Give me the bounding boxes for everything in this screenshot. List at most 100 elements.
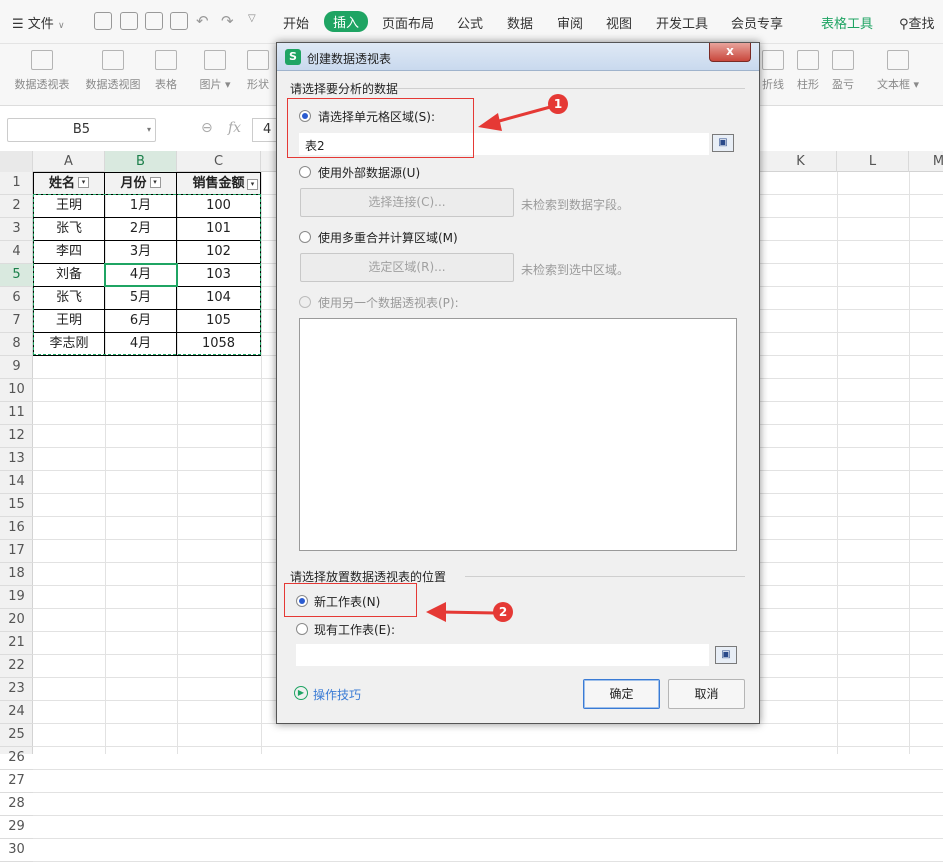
shape-button[interactable]: 形状 <box>242 50 274 92</box>
tab-review[interactable]: 审阅 <box>557 13 583 32</box>
row-header-28[interactable]: 28 <box>0 793 33 816</box>
row-header-8[interactable]: 8 <box>0 333 33 356</box>
row-header-14[interactable]: 14 <box>0 471 33 494</box>
table-cell-month[interactable]: 3月 <box>105 241 177 264</box>
search-button[interactable]: ⚲查找 <box>899 13 935 32</box>
row-header-4[interactable]: 4 <box>0 241 33 264</box>
picture-button[interactable]: 图片 ▾ <box>198 50 232 92</box>
row-header-7[interactable]: 7 <box>0 310 33 333</box>
textbox-button[interactable]: 文本框 ▾ <box>876 50 920 92</box>
redo-icon[interactable]: ↷ <box>221 12 234 30</box>
table-cell-sales[interactable]: 101 <box>177 218 261 241</box>
header-cell-name[interactable]: 姓名 ▾ <box>33 172 105 195</box>
header-cell-sales[interactable]: 销售金额 ▾ <box>177 172 261 195</box>
file-menu[interactable]: ☰ 文件 ∨ <box>12 13 65 32</box>
print-preview-icon[interactable] <box>170 12 188 30</box>
filter-dropdown-icon[interactable]: ▾ <box>78 177 89 188</box>
row-header-29[interactable]: 29 <box>0 816 33 839</box>
table-cell-name[interactable]: 李四 <box>33 241 105 264</box>
tab-formula[interactable]: 公式 <box>457 13 483 32</box>
close-button[interactable]: x <box>709 43 751 62</box>
location-picker-icon[interactable]: ▣ <box>715 646 737 664</box>
export-icon[interactable] <box>120 12 138 30</box>
row-header-18[interactable]: 18 <box>0 563 33 586</box>
range-picker-icon[interactable]: ▣ <box>712 134 734 152</box>
tab-view[interactable]: 视图 <box>606 13 632 32</box>
table-cell-name[interactable]: 刘备 <box>33 264 105 287</box>
table-cell-sales[interactable]: 104 <box>177 287 261 310</box>
header-cell-month[interactable]: 月份 ▾ <box>105 172 177 195</box>
tab-insert[interactable]: 插入 <box>324 11 369 32</box>
table-cell-month[interactable]: 2月 <box>105 218 177 241</box>
choose-connection-button[interactable]: 选择连接(C)... <box>300 188 514 217</box>
table-cell-sales[interactable]: 1058 <box>177 333 261 356</box>
radio-another-pivot[interactable] <box>299 296 311 308</box>
radio-existing-worksheet-label[interactable]: 现有工作表(E): <box>314 621 395 638</box>
zoom-icon[interactable]: ⊖ <box>201 120 213 136</box>
table-cell-month[interactable]: 1月 <box>105 195 177 218</box>
radio-another-pivot-label[interactable]: 使用另一个数据透视表(P): <box>318 294 459 311</box>
table-cell-name[interactable]: 张飞 <box>33 287 105 310</box>
sparkline-winloss-button[interactable]: 盈亏 <box>830 50 856 92</box>
table-cell-month[interactable]: 6月 <box>105 310 177 333</box>
row-header-24[interactable]: 24 <box>0 701 33 724</box>
row-header-2[interactable]: 2 <box>0 195 33 218</box>
row-header-3[interactable]: 3 <box>0 218 33 241</box>
pivot-table-button[interactable]: 数据透视表 <box>11 50 73 92</box>
select-all-corner[interactable] <box>0 151 33 172</box>
table-cell-sales[interactable]: 105 <box>177 310 261 333</box>
table-cell-month[interactable]: 4月 <box>105 333 177 356</box>
row-header-30[interactable]: 30 <box>0 839 33 862</box>
tab-data[interactable]: 数据 <box>507 13 533 32</box>
fx-icon[interactable]: fx <box>228 120 241 136</box>
column-header-k[interactable]: K <box>765 151 837 172</box>
table-button[interactable]: 表格 <box>152 50 180 92</box>
row-header-15[interactable]: 15 <box>0 494 33 517</box>
table-cell-name[interactable]: 张飞 <box>33 218 105 241</box>
row-header-20[interactable]: 20 <box>0 609 33 632</box>
save-icon[interactable] <box>94 12 112 30</box>
customize-icon[interactable]: ▽ <box>248 13 256 24</box>
ok-button[interactable]: 确定 <box>583 679 660 709</box>
tips-link[interactable]: 操作技巧 <box>313 686 361 703</box>
sparkline-column-button[interactable]: 柱形 <box>795 50 821 92</box>
row-header-19[interactable]: 19 <box>0 586 33 609</box>
print-icon[interactable] <box>145 12 163 30</box>
row-header-6[interactable]: 6 <box>0 287 33 310</box>
tab-table-tools[interactable]: 表格工具 <box>821 13 873 32</box>
table-cell-sales[interactable]: 100 <box>177 195 261 218</box>
column-header-c[interactable]: C <box>177 151 261 172</box>
row-header-11[interactable]: 11 <box>0 402 33 425</box>
filter-dropdown-icon[interactable]: ▾ <box>149 177 161 188</box>
sparkline-line-button[interactable]: 折线 <box>760 50 786 92</box>
table-cell-sales[interactable]: 102 <box>177 241 261 264</box>
row-header-25[interactable]: 25 <box>0 724 33 747</box>
tab-page-layout[interactable]: 页面布局 <box>382 13 434 32</box>
existing-location-input[interactable] <box>296 644 709 666</box>
column-header-m[interactable]: M <box>909 151 943 172</box>
row-header-13[interactable]: 13 <box>0 448 33 471</box>
radio-multiple-consolidation-label[interactable]: 使用多重合并计算区域(M) <box>318 229 458 246</box>
row-header-9[interactable]: 9 <box>0 356 33 379</box>
filter-dropdown-icon[interactable]: ▾ <box>247 179 258 190</box>
pivot-list-box[interactable] <box>299 318 737 551</box>
row-header-12[interactable]: 12 <box>0 425 33 448</box>
row-header-10[interactable]: 10 <box>0 379 33 402</box>
table-cell-name[interactable]: 李志刚 <box>33 333 105 356</box>
undo-icon[interactable]: ↶ <box>196 12 209 30</box>
row-header-5[interactable]: 5 <box>0 264 33 287</box>
tab-start[interactable]: 开始 <box>283 13 309 32</box>
row-header-26[interactable]: 26 <box>0 747 33 770</box>
radio-existing-worksheet[interactable] <box>296 623 308 635</box>
table-cell-month[interactable]: 4月 <box>105 264 177 287</box>
column-header-l[interactable]: L <box>837 151 909 172</box>
radio-multiple-consolidation[interactable] <box>299 231 311 243</box>
table-cell-sales[interactable]: 103 <box>177 264 261 287</box>
row-header-22[interactable]: 22 <box>0 655 33 678</box>
table-cell-name[interactable]: 王明 <box>33 310 105 333</box>
column-header-a[interactable]: A <box>33 151 105 172</box>
select-range-button[interactable]: 选定区域(R)... <box>300 253 514 282</box>
row-header-21[interactable]: 21 <box>0 632 33 655</box>
tab-member[interactable]: 会员专享 <box>731 13 783 32</box>
table-cell-name[interactable]: 王明 <box>33 195 105 218</box>
